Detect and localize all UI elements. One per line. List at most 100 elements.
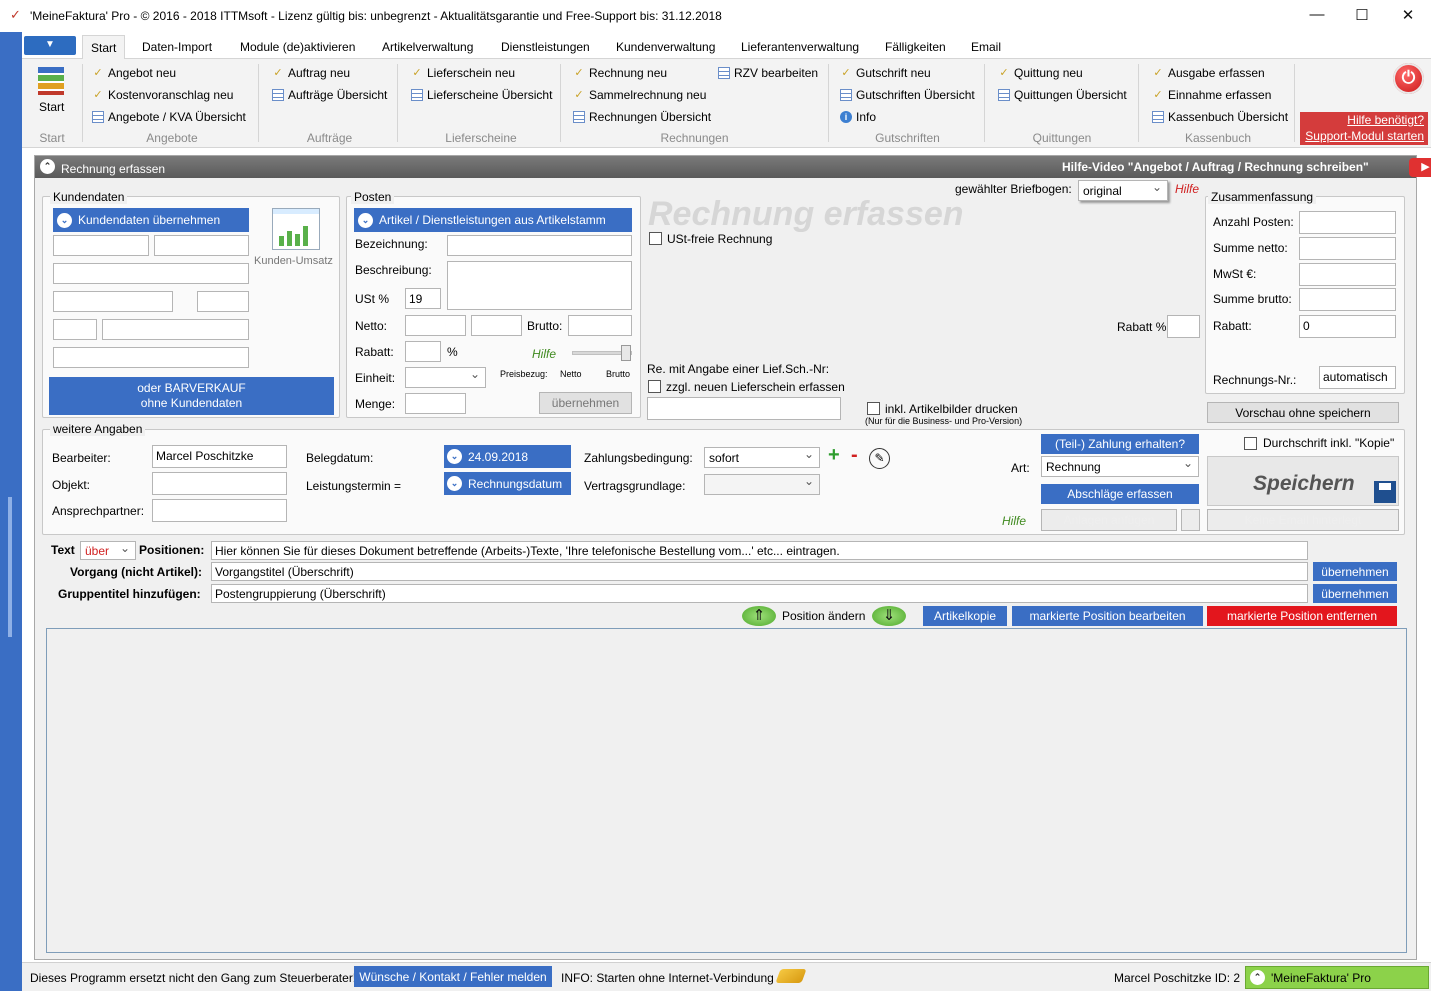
kunde-field-2[interactable] <box>154 235 249 256</box>
artikelbilder-checkbox[interactable] <box>867 402 880 415</box>
text-position-select[interactable]: über <box>80 541 136 560</box>
vorgang-input[interactable]: Vorgangstitel (Überschrift) <box>211 562 1308 581</box>
positions-grid[interactable] <box>46 628 1407 953</box>
kunde-field-3[interactable] <box>53 263 249 284</box>
lieferschein-neu-checkbox[interactable] <box>648 380 661 393</box>
objekt-input[interactable] <box>152 472 287 495</box>
edit-zahlung-icon[interactable]: ✎ <box>869 448 890 469</box>
tab-lieferantenverwaltung[interactable]: Lieferantenverwaltung <box>741 40 859 54</box>
teilzahlung-button[interactable]: (Teil-) Zahlung erhalten? <box>1041 434 1199 454</box>
netto-input[interactable] <box>405 315 466 336</box>
lieferschein-nr-input[interactable] <box>647 397 841 420</box>
close-button[interactable]: ✕ <box>1398 6 1418 24</box>
email-button[interactable]: Keine Email hinterlegt <box>1207 509 1399 531</box>
quittungen-uebersicht-button[interactable]: Quittungen Übersicht <box>998 88 1127 102</box>
lieferschein-neu-button[interactable]: ✓ Lieferschein neu <box>411 66 515 80</box>
power-off-icon[interactable]: ⏻ <box>1393 63 1424 94</box>
tab-email[interactable]: Email <box>971 40 1001 54</box>
text-input[interactable]: Hier können Sie für dieses Dokument betr… <box>211 541 1308 560</box>
video-help-link[interactable]: Hilfe-Video "Angebot / Auftrag / Rechnun… <box>1062 160 1369 174</box>
rabatt-prozent-input[interactable] <box>1167 315 1200 338</box>
art-hilfe-link[interactable]: Hilfe <box>1002 514 1026 528</box>
zahlungsbedingung-select[interactable]: sofort <box>704 447 820 468</box>
ust-input[interactable]: 19 <box>405 288 441 309</box>
auftraege-uebersicht-button[interactable]: Aufträge Übersicht <box>272 88 387 102</box>
tab-kundenverwaltung[interactable]: Kundenverwaltung <box>616 40 715 54</box>
briefbogen-select[interactable]: original <box>1078 180 1168 201</box>
minimize-button[interactable]: — <box>1307 6 1327 23</box>
angebot-neu-button[interactable]: ✓ Angebot neu <box>92 66 176 80</box>
add-zahlung-icon[interactable]: + <box>828 444 840 467</box>
angebote-uebersicht-button[interactable]: Angebote / KVA Übersicht <box>92 110 246 124</box>
artikelkopie-button[interactable]: Artikelkopie <box>923 606 1007 626</box>
feedback-button[interactable]: Wünsche / Kontakt / Fehler melden <box>354 966 552 987</box>
kunde-field-4[interactable] <box>53 291 173 312</box>
support-help-button[interactable]: Hilfe benötigt? Support-Modul starten <box>1300 112 1428 145</box>
tab-daten-import[interactable]: Daten-Import <box>142 40 212 54</box>
ansprechpartner-input[interactable] <box>152 499 287 522</box>
kunde-field-7[interactable] <box>102 319 249 340</box>
collapse-icon[interactable]: ⌃ <box>40 159 55 174</box>
sammelrechnung-neu-button[interactable]: ✓ Sammelrechnung neu <box>573 88 706 102</box>
remove-zahlung-icon[interactable]: - <box>851 444 858 467</box>
kassenbuch-uebersicht-button[interactable]: Kassenbuch Übersicht <box>1152 110 1288 124</box>
sidebar-grip[interactable] <box>8 497 12 637</box>
bezeichnung-input[interactable] <box>447 235 632 256</box>
gruppentitel-input[interactable]: Postengruppierung (Überschrift) <box>211 584 1308 603</box>
ausgabe-erfassen-button[interactable]: ✓ Ausgabe erfassen <box>1152 66 1264 80</box>
quittung-neu-button[interactable]: ✓ Quittung neu <box>998 66 1082 80</box>
barverkauf-button[interactable]: oder BARVERKAUF ohne Kundendaten <box>49 377 334 415</box>
bearbeiter-input[interactable]: Marcel Poschitzke <box>152 445 287 468</box>
anlagen-extra-button[interactable] <box>1181 509 1200 531</box>
kunde-field-8[interactable] <box>53 347 249 368</box>
auftrag-neu-button[interactable]: ✓ Auftrag neu <box>272 66 350 80</box>
durchschrift-checkbox[interactable] <box>1244 437 1257 450</box>
maximize-button[interactable]: ☐ <box>1352 6 1372 24</box>
beschreibung-textarea[interactable] <box>447 261 632 310</box>
kunden-umsatz-button[interactable]: Kunden-Umsatz <box>252 206 336 270</box>
vorschau-button[interactable]: Vorschau ohne speichern <box>1207 402 1399 423</box>
tab-artikelverwaltung[interactable]: Artikelverwaltung <box>382 40 473 54</box>
slider-thumb[interactable] <box>621 345 631 361</box>
video-play-icon[interactable]: ▶ <box>1409 158 1431 177</box>
rechnungs-nr-value[interactable]: automatisch <box>1319 366 1396 389</box>
kundendaten-uebernehmen-button[interactable]: ⌄ Kundendaten übernehmen <box>53 208 249 232</box>
gruppentitel-uebernehmen-button[interactable]: übernehmen <box>1313 584 1397 603</box>
posten-hilfe-link[interactable]: Hilfe <box>532 347 556 361</box>
position-down-icon[interactable]: ⇓ <box>872 606 906 626</box>
einheit-select[interactable] <box>405 367 486 388</box>
tab-start[interactable]: Start <box>82 35 126 60</box>
kunde-field-6[interactable] <box>53 319 97 340</box>
position-entfernen-button[interactable]: markierte Position entfernen <box>1207 606 1397 626</box>
art-select[interactable]: Rechnung <box>1041 456 1199 477</box>
gutschriften-uebersicht-button[interactable]: Gutschriften Übersicht <box>840 88 975 102</box>
speichern-button[interactable]: Speichern <box>1207 456 1399 506</box>
rechnung-neu-button[interactable]: ✓ Rechnung neu <box>573 66 667 80</box>
kunde-field-1[interactable] <box>53 235 149 256</box>
tab-dienstleistungen[interactable]: Dienstleistungen <box>501 40 590 54</box>
preisbezug-slider[interactable] <box>572 345 632 361</box>
ust-frei-checkbox[interactable] <box>649 232 662 245</box>
kva-neu-button[interactable]: ✓ Kostenvoranschlag neu <box>92 88 233 102</box>
app-menu-button[interactable]: ▼ <box>24 36 76 55</box>
position-up-icon[interactable]: ⇑ <box>742 606 776 626</box>
gutschrift-neu-button[interactable]: ✓ Gutschrift neu <box>840 66 930 80</box>
posten-uebernehmen-button[interactable]: übernehmen <box>539 392 632 414</box>
brutto-input[interactable] <box>568 315 632 336</box>
einnahme-erfassen-button[interactable]: ✓ Einnahme erfassen <box>1152 88 1271 102</box>
artikelstamm-button[interactable]: ⌄ Artikel / Dienstleistungen aus Artikel… <box>354 208 632 232</box>
start-button[interactable]: Start <box>34 65 70 117</box>
lieferscheine-uebersicht-button[interactable]: Lieferscheine Übersicht <box>411 88 552 102</box>
belegdatum-picker[interactable]: ⌄ 24.09.2018 <box>444 445 571 468</box>
leistungstermin-picker[interactable]: ⌄ Rechnungsdatum <box>444 472 571 495</box>
rabatt-input[interactable] <box>405 341 441 362</box>
position-bearbeiten-button[interactable]: markierte Position bearbeiten <box>1012 606 1203 626</box>
vorgang-uebernehmen-button[interactable]: übernehmen <box>1313 562 1397 581</box>
info-button[interactable]: i Info <box>840 110 876 124</box>
abschlaege-button[interactable]: Abschläge erfassen <box>1041 484 1199 504</box>
vertragsgrundlage-select[interactable] <box>704 474 820 495</box>
anlagen-button[interactable]: Anlagen anfügen <box>1041 509 1177 531</box>
rzv-bearbeiten-button[interactable]: RZV bearbeiten <box>718 66 818 80</box>
tab-faelligkeiten[interactable]: Fälligkeiten <box>885 40 946 54</box>
menge-input[interactable] <box>405 393 466 414</box>
